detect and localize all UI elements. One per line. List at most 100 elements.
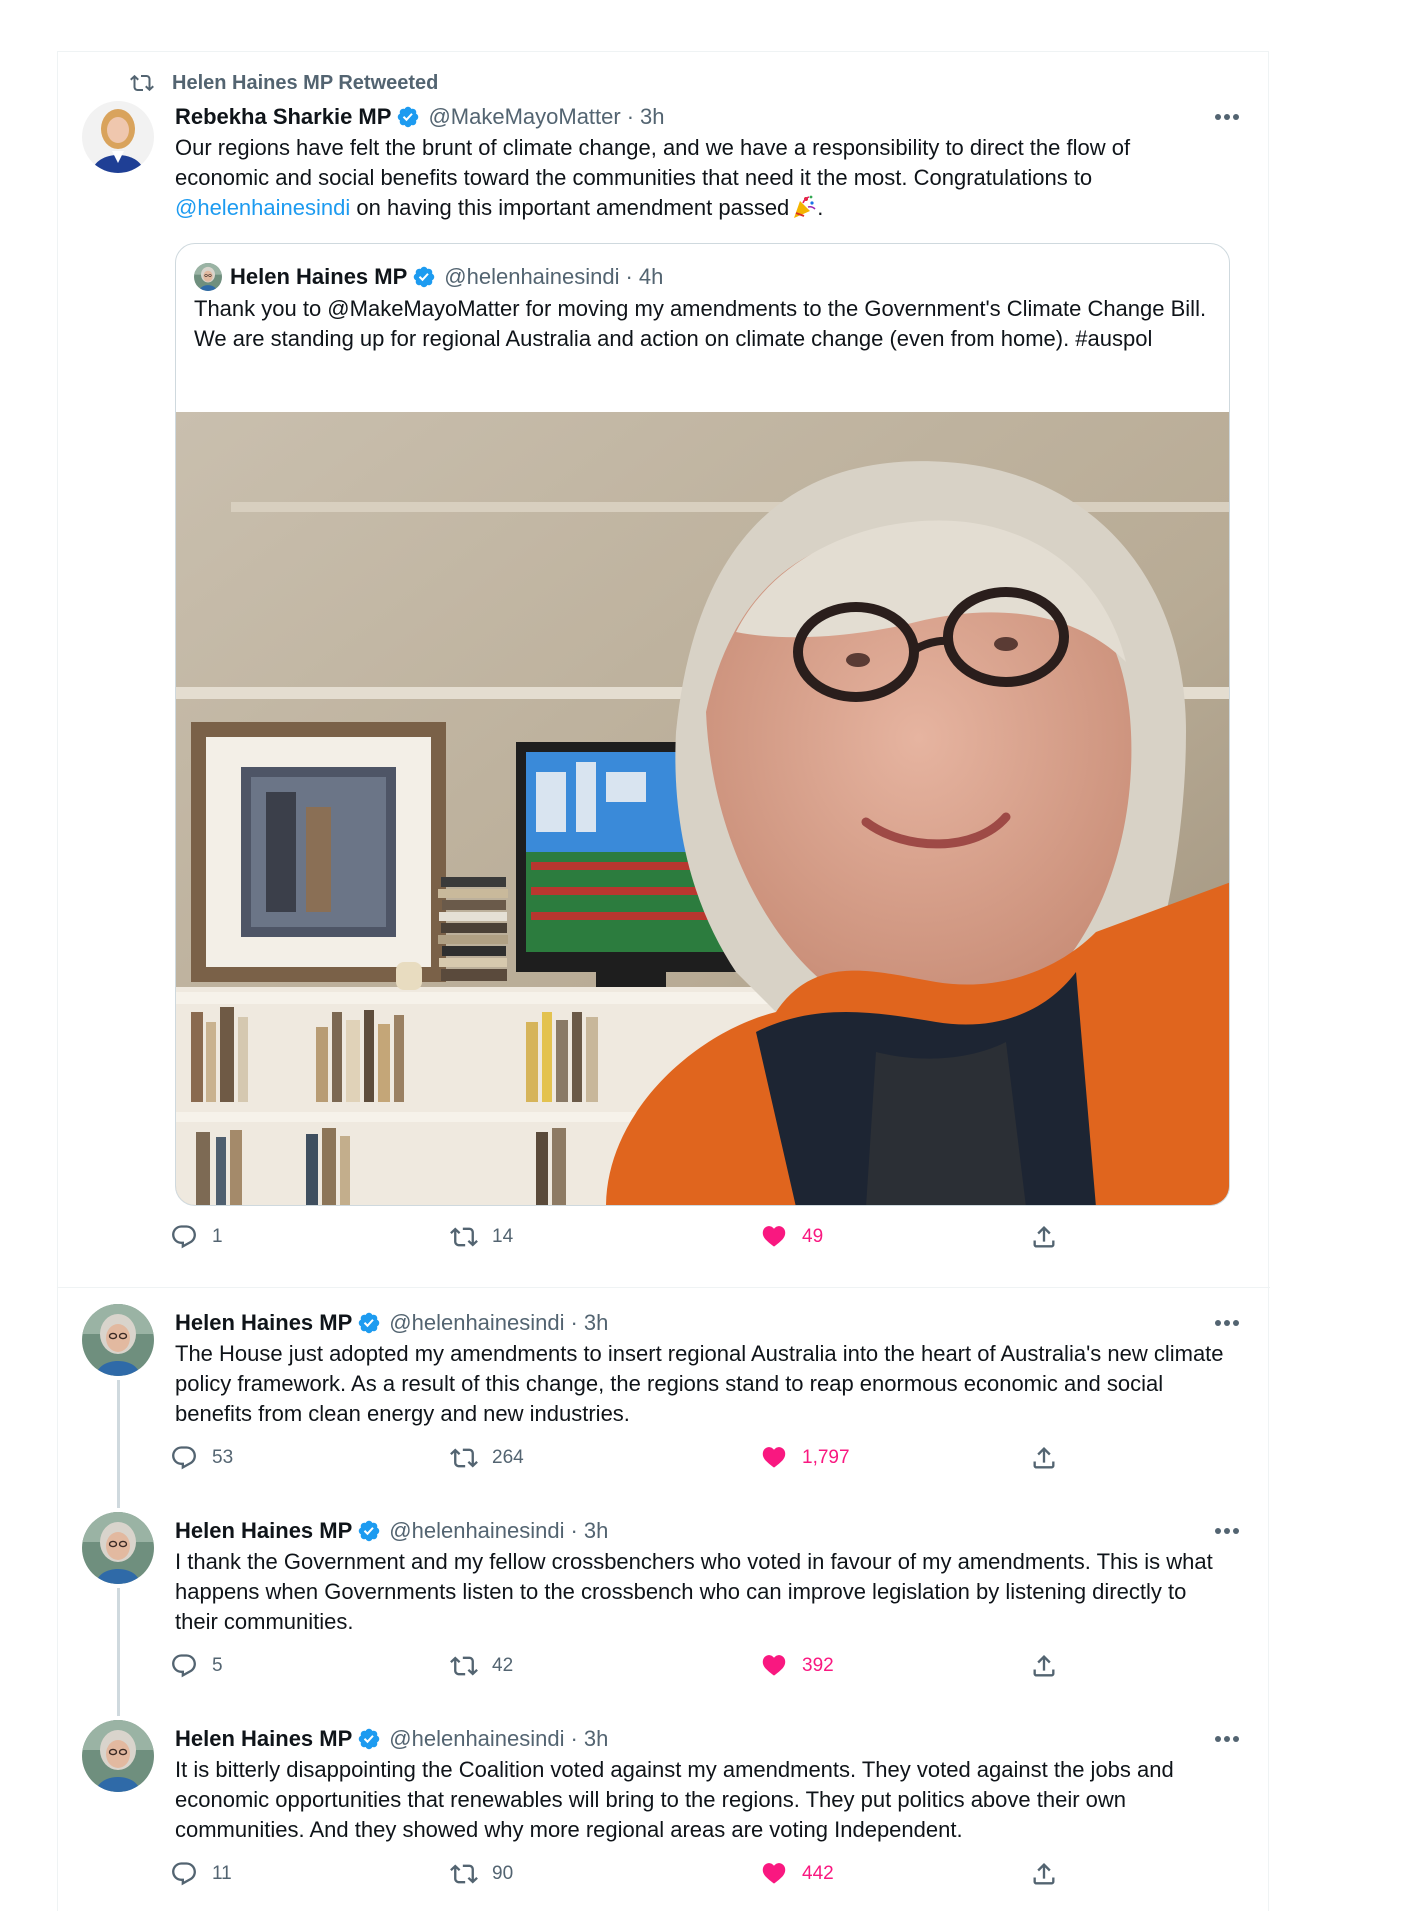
like-button[interactable]: 442 <box>760 1854 834 1894</box>
tweet-actions: 53 264 1,797 <box>168 1438 1148 1478</box>
retweet-icon <box>450 1444 478 1472</box>
author-handle[interactable]: @MakeMayoMatter <box>428 104 620 130</box>
timestamp[interactable]: 3h <box>584 1518 608 1544</box>
tweet[interactable]: Helen Haines MP @helenhainesindi · 3h I … <box>58 1496 1270 1704</box>
tweet-retweeted[interactable]: Helen Haines MP Retweeted Rebekha Sharki… <box>58 52 1270 1288</box>
tweet-text: Our regions have felt the brunt of clima… <box>175 133 1230 223</box>
reply-button[interactable]: 1 <box>170 1217 223 1257</box>
share-button[interactable] <box>1030 1217 1058 1257</box>
like-count: 392 <box>802 1655 834 1676</box>
retweeted-by-label[interactable]: Helen Haines MP Retweeted <box>172 72 438 95</box>
thread-connector <box>117 1496 120 1508</box>
retweet-button[interactable]: 42 <box>450 1646 513 1686</box>
reply-button[interactable]: 53 <box>170 1438 233 1478</box>
reply-button[interactable]: 11 <box>170 1854 232 1894</box>
avatar[interactable] <box>82 1304 154 1376</box>
thread-connector <box>117 1704 120 1716</box>
reply-icon <box>170 1652 198 1680</box>
share-icon <box>1030 1860 1058 1888</box>
retweet-icon <box>130 71 154 95</box>
heart-icon <box>760 1223 788 1251</box>
avatar[interactable] <box>82 101 154 173</box>
avatar[interactable] <box>82 1720 154 1792</box>
like-button[interactable]: 392 <box>760 1646 834 1686</box>
author-name[interactable]: Helen Haines MP <box>175 1726 352 1752</box>
author-handle[interactable]: @helenhainesindi <box>389 1726 564 1752</box>
quoted-timestamp[interactable]: 4h <box>639 264 663 290</box>
like-count: 49 <box>802 1226 824 1247</box>
mention-link[interactable]: @helenhainesindi <box>175 195 350 220</box>
heart-icon <box>760 1444 788 1472</box>
share-icon <box>1030 1652 1058 1680</box>
reply-count: 11 <box>212 1863 232 1884</box>
more-icon <box>1214 113 1240 121</box>
woman-grey-hair-avatar-icon <box>82 1512 154 1584</box>
tweet[interactable]: Helen Haines MP @helenhainesindi · 3h Th… <box>58 1288 1270 1496</box>
retweet-icon <box>450 1652 478 1680</box>
tweet-text-part: Our regions have felt the brunt of clima… <box>175 135 1131 190</box>
avatar[interactable] <box>82 1512 154 1584</box>
woman-grey-hair-avatar-icon <box>82 1720 154 1792</box>
reply-button[interactable]: 5 <box>170 1646 223 1686</box>
retweet-context[interactable]: Helen Haines MP Retweeted <box>130 69 438 97</box>
more-icon <box>1214 1319 1240 1327</box>
author-handle[interactable]: @helenhainesindi <box>389 1310 564 1336</box>
party-popper-icon <box>794 195 816 218</box>
retweet-count: 14 <box>492 1226 514 1247</box>
timestamp[interactable]: 3h <box>640 104 664 130</box>
retweet-count: 264 <box>492 1447 524 1468</box>
tweet[interactable]: Helen Haines MP @helenhainesindi · 3h It… <box>58 1704 1270 1912</box>
author-name[interactable]: Rebekha Sharkie MP <box>175 104 391 130</box>
like-button[interactable]: 1,797 <box>760 1438 850 1478</box>
share-icon <box>1030 1444 1058 1472</box>
quoted-tweet[interactable]: Helen Haines MP @helenhainesindi · 4h Th… <box>175 243 1230 1206</box>
tweet-text: The House just adopted my amendments to … <box>175 1341 1224 1426</box>
tweet-header: Rebekha Sharkie MP @MakeMayoMatter · 3h <box>175 100 665 134</box>
timestamp[interactable]: 3h <box>584 1310 608 1336</box>
separator: · <box>570 1310 578 1335</box>
more-options-button[interactable] <box>1212 1724 1242 1754</box>
tweet-header: Helen Haines MP @helenhainesindi · 3h <box>175 1306 608 1340</box>
reply-icon <box>170 1444 198 1472</box>
timestamp[interactable]: 3h <box>584 1726 608 1752</box>
separator: · <box>570 1518 578 1543</box>
reply-icon <box>170 1223 198 1251</box>
quoted-tweet-photo[interactable] <box>176 412 1229 1205</box>
author-name[interactable]: Helen Haines MP <box>175 1518 352 1544</box>
retweet-button[interactable]: 264 <box>450 1438 524 1478</box>
quoted-author-name[interactable]: Helen Haines MP <box>230 264 407 290</box>
tweet-actions: 11 90 442 <box>168 1854 1148 1894</box>
author-name[interactable]: Helen Haines MP <box>175 1310 352 1336</box>
quoted-author-handle[interactable]: @helenhainesindi <box>444 264 619 290</box>
separator: · <box>626 104 635 129</box>
share-button[interactable] <box>1030 1438 1058 1478</box>
like-count: 1,797 <box>802 1447 850 1468</box>
quoted-avatar[interactable] <box>194 263 222 291</box>
like-button[interactable]: 49 <box>760 1217 823 1257</box>
verified-badge-icon <box>412 265 436 289</box>
author-handle[interactable]: @helenhainesindi <box>389 1518 564 1544</box>
share-button[interactable] <box>1030 1854 1058 1894</box>
woman-grey-hair-avatar-icon <box>194 263 222 291</box>
heart-icon <box>760 1860 788 1888</box>
thread-connector <box>117 1588 120 1704</box>
retweet-count: 42 <box>492 1655 514 1676</box>
retweet-button[interactable]: 14 <box>450 1217 513 1257</box>
more-options-button[interactable] <box>1212 1516 1242 1546</box>
share-button[interactable] <box>1030 1646 1058 1686</box>
tweet-text: It is bitterly disappointing the Coaliti… <box>175 1757 1174 1842</box>
more-options-button[interactable] <box>1212 102 1242 132</box>
tweet-text-part: on having this important amendment passe… <box>350 195 790 220</box>
verified-badge-icon <box>357 1519 381 1543</box>
reply-count: 1 <box>212 1226 223 1247</box>
woman-blue-blazer-avatar-icon <box>82 101 154 173</box>
like-count: 442 <box>802 1863 834 1884</box>
reply-count: 53 <box>212 1447 234 1468</box>
retweet-button[interactable]: 90 <box>450 1854 513 1894</box>
heart-icon <box>760 1652 788 1680</box>
selfie-photo-image <box>176 412 1229 1205</box>
retweet-icon <box>450 1860 478 1888</box>
tweet-header: Helen Haines MP @helenhainesindi · 3h <box>175 1514 608 1548</box>
more-options-button[interactable] <box>1212 1308 1242 1338</box>
retweet-count: 90 <box>492 1863 514 1884</box>
